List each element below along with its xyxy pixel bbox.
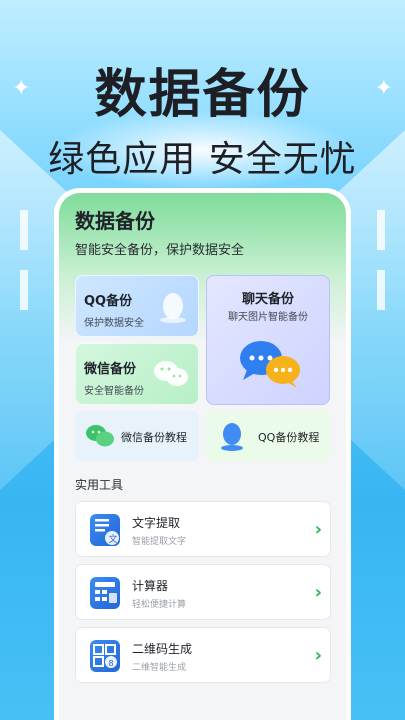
qq-penguin-icon [220,421,244,451]
wall-light [20,270,28,310]
qq-tutorial-label: QQ备份教程 [258,431,320,444]
app-screen: 数据备份 智能安全备份，保护数据安全 QQ备份 保护数据安全 微信备份 安全智能… [59,193,346,720]
qq-backup-title: QQ备份 [84,294,133,309]
tool-item-qrcode[interactable]: 8 二维码生成 二维智能生成 › [75,627,331,683]
tool-item-text-extract[interactable]: 文 文字提取 智能提取文字 › [75,501,331,557]
chat-backup-card[interactable]: 聊天备份 聊天图片智能备份 [206,275,330,405]
wall-light [20,210,28,250]
chat-backup-title: 聊天备份 [241,292,294,307]
wechat-tutorial-label: 微信备份教程 [121,431,187,444]
phone-frame: 数据备份 智能安全备份，保护数据安全 QQ备份 保护数据安全 微信备份 安全智能… [54,188,351,720]
chevron-right-icon: › [314,645,322,666]
wechat-icon [85,423,115,449]
qq-penguin-icon [158,290,188,324]
chevron-right-icon: › [314,582,322,603]
tool-title: 二维码生成 [132,642,193,656]
tool-desc: 智能提取文字 [132,537,187,547]
tool-desc: 轻松便捷计算 [132,600,187,610]
promo-headline: 数据备份 [94,65,311,125]
wechat-backup-card[interactable]: 微信备份 安全智能备份 [75,343,199,405]
chat-bubbles-icon [237,336,303,390]
tool-title: 文字提取 [132,516,181,530]
wechat-backup-desc: 安全智能备份 [84,386,144,397]
wall-light [377,210,385,250]
chevron-right-icon: › [314,519,322,540]
wechat-backup-title: 微信备份 [84,362,137,377]
tools-section-title: 实用工具 [75,478,124,492]
tool-title: 计算器 [132,579,169,593]
tool-desc: 二维智能生成 [132,663,187,673]
qq-backup-desc: 保护数据安全 [84,318,144,329]
tool-item-calculator[interactable]: 计算器 轻松便捷计算 › [75,564,331,620]
calculator-icon [90,577,120,609]
svg-text:8: 8 [109,659,114,668]
svg-text:文: 文 [109,533,118,545]
app-title: 数据备份 [75,209,155,233]
promo-subheadline: 绿色应用 安全无忧 [48,139,357,180]
wall-light [377,270,385,310]
qq-backup-card[interactable]: QQ备份 保护数据安全 [75,275,199,337]
wechat-tutorial-button[interactable]: 微信备份教程 [75,411,199,461]
wechat-icon [152,358,190,390]
qrcode-icon: 8 [90,640,120,672]
text-extract-icon: 文 [90,514,120,546]
qq-tutorial-button[interactable]: QQ备份教程 [206,411,330,461]
chat-backup-desc: 聊天图片智能备份 [228,312,308,323]
app-subtitle: 智能安全备份，保护数据安全 [75,243,245,258]
